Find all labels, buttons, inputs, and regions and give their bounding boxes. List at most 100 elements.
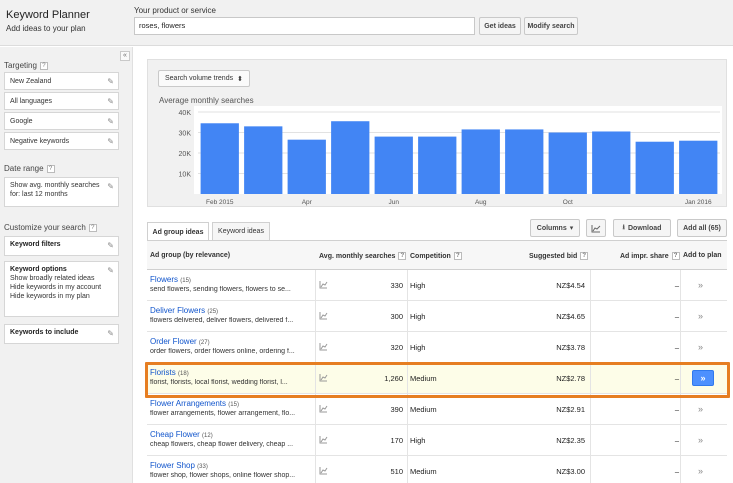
add-to-plan-button[interactable]: »: [698, 311, 703, 321]
add-to-plan-button[interactable]: »: [698, 466, 703, 476]
column-divider: [407, 456, 408, 483]
trend-chart-icon[interactable]: [319, 436, 328, 446]
pencil-icon: ✎: [107, 329, 114, 338]
bar-mar[interactable]: [244, 126, 283, 194]
col-competition[interactable]: Competition?: [410, 252, 462, 260]
col-impr-share[interactable]: Ad impr. share?: [620, 252, 680, 260]
avg-monthly-searches: 510: [390, 467, 403, 476]
ad-group-keywords: florist, florists, local florist, weddin…: [150, 379, 288, 386]
trend-chart-icon[interactable]: [319, 343, 328, 353]
pencil-icon: ✎: [107, 241, 114, 250]
add-to-plan-button[interactable]: »: [698, 342, 703, 352]
column-divider: [590, 456, 591, 483]
get-ideas-button[interactable]: Get ideas: [479, 17, 521, 35]
ad-group-link[interactable]: Deliver Flowers (25): [150, 306, 218, 315]
bar-oct[interactable]: [548, 132, 587, 195]
impr-share-value: –: [674, 467, 679, 476]
bar-may[interactable]: [331, 121, 370, 194]
avg-monthly-searches: 320: [390, 343, 403, 352]
column-divider: [680, 456, 681, 483]
help-icon[interactable]: ?: [580, 252, 589, 260]
download-button[interactable]: ⭳ Download: [613, 219, 671, 237]
column-divider: [680, 270, 681, 300]
x-tick-label: Oct: [563, 199, 573, 206]
add-all-button[interactable]: Add all (65): [677, 219, 727, 237]
avg-monthly-searches: 300: [390, 312, 403, 321]
ad-group-link[interactable]: Flower Shop (33): [150, 461, 208, 470]
help-icon[interactable]: ?: [88, 223, 97, 232]
targeting-label: Targeting?: [4, 61, 48, 70]
bar-sep[interactable]: [505, 129, 544, 194]
targeting-location[interactable]: New Zealand ✎: [4, 72, 119, 90]
tab-ad-group-ideas[interactable]: Ad group ideas: [147, 222, 209, 241]
column-divider: [315, 394, 316, 424]
suggested-bid-value: NZ$4.65: [556, 312, 585, 321]
ad-group-link[interactable]: Flowers (15): [150, 275, 191, 284]
tab-keyword-ideas[interactable]: Keyword ideas: [212, 222, 270, 240]
column-divider: [680, 425, 681, 455]
help-icon[interactable]: ?: [39, 61, 48, 70]
trend-chart-icon[interactable]: [319, 405, 328, 415]
ad-group-link[interactable]: Flower Arrangements (15): [150, 399, 239, 408]
graph-button[interactable]: [586, 219, 606, 237]
y-tick-label: 40K: [179, 110, 192, 117]
suggested-bid-value: NZ$4.54: [556, 281, 585, 290]
targeting-network[interactable]: Google ✎: [4, 112, 119, 130]
bar-jul[interactable]: [418, 136, 457, 194]
competition-value: Medium: [410, 405, 437, 414]
ad-group-link[interactable]: Florists (18): [150, 368, 189, 377]
ad-group-link[interactable]: Cheap Flower (12): [150, 430, 213, 439]
sidebar: « Targeting? New Zealand ✎ All languages ✎…: [0, 47, 133, 483]
impr-share-value: –: [674, 312, 679, 321]
trend-chart-icon[interactable]: [319, 312, 328, 322]
ad-group-keywords: flower shop, flower shops, online flower…: [150, 472, 296, 479]
x-tick-label: Jan 2016: [685, 199, 712, 206]
bar-aug[interactable]: [461, 129, 500, 194]
bar-jan-2016[interactable]: [679, 140, 718, 194]
col-add-to-plan: Add to plan: [683, 252, 722, 259]
col-ad-group[interactable]: Ad group (by relevance): [150, 252, 230, 259]
product-input[interactable]: roses, flowers: [134, 17, 475, 35]
bar-jun[interactable]: [374, 136, 413, 194]
keywords-to-include[interactable]: Keywords to include ✎: [4, 324, 119, 344]
ad-group-keywords: flowers delivered, deliver flowers, deli…: [150, 317, 294, 324]
modify-search-button[interactable]: Modify search: [524, 17, 578, 35]
column-divider: [315, 363, 316, 393]
bar-feb-2015[interactable]: [200, 123, 239, 194]
column-divider: [680, 394, 681, 424]
keyword-options[interactable]: Keyword options Show broadly related ide…: [4, 261, 119, 317]
col-suggested-bid[interactable]: Suggested bid?: [529, 252, 589, 260]
add-to-plan-button[interactable]: »: [698, 404, 703, 414]
collapse-sidebar-button[interactable]: «: [120, 51, 130, 61]
help-icon[interactable]: ?: [453, 252, 462, 260]
table-row: Flowers (15) send flowers, sending flower…: [147, 270, 727, 301]
add-to-plan-button[interactable]: »: [692, 370, 714, 386]
competition-value: High: [410, 281, 426, 290]
add-to-plan-button[interactable]: »: [698, 435, 703, 445]
col-searches[interactable]: Avg. monthly searches?: [319, 252, 407, 260]
bar-apr[interactable]: [287, 139, 326, 194]
help-icon[interactable]: ?: [671, 252, 680, 260]
column-divider: [407, 301, 408, 331]
impr-share-value: –: [674, 374, 679, 383]
columns-button[interactable]: Columns ▾: [530, 219, 580, 237]
trend-chart-icon[interactable]: [319, 374, 328, 384]
help-icon[interactable]: ?: [46, 164, 55, 173]
top-header: Keyword Planner Add ideas to your plan Y…: [0, 0, 733, 46]
keyword-filters[interactable]: Keyword filters ✎: [4, 236, 119, 256]
help-icon[interactable]: ?: [398, 252, 407, 260]
trend-chart-icon[interactable]: [319, 281, 328, 291]
table-row: Order Flower (27) order flowers, order fl…: [147, 332, 727, 363]
column-divider: [315, 332, 316, 362]
column-divider: [590, 425, 591, 455]
bar-dec[interactable]: [635, 141, 674, 194]
targeting-language[interactable]: All languages ✎: [4, 92, 119, 110]
bar-nov[interactable]: [592, 131, 631, 194]
targeting-negative-keywords[interactable]: Negative keywords ✎: [4, 132, 119, 150]
date-range-selector[interactable]: Show avg. monthly searches for: last 12 …: [4, 177, 119, 207]
ad-group-link[interactable]: Order Flower (27): [150, 337, 210, 346]
page-title: Keyword Planner: [6, 9, 90, 21]
add-to-plan-button[interactable]: »: [698, 280, 703, 290]
column-divider: [590, 394, 591, 424]
trend-chart-icon[interactable]: [319, 467, 328, 477]
